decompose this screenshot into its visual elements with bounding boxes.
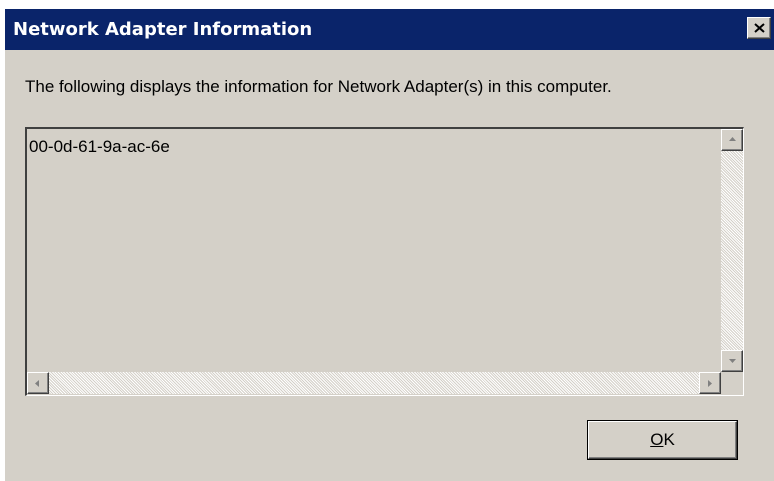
adapter-mac-address[interactable]: 00-0d-61-9a-ac-6e bbox=[29, 137, 170, 157]
network-adapter-dialog: Network Adapter Information The followin… bbox=[4, 8, 774, 481]
ok-button[interactable]: OK bbox=[587, 420, 738, 460]
scroll-down-arrow-icon bbox=[729, 359, 736, 363]
dialog-title: Network Adapter Information bbox=[13, 19, 313, 40]
scroll-up-button[interactable] bbox=[721, 129, 743, 151]
scroll-left-arrow-icon bbox=[35, 380, 39, 387]
scrollbar-corner bbox=[721, 372, 743, 394]
scroll-down-button[interactable] bbox=[721, 350, 743, 372]
scroll-right-arrow-icon bbox=[708, 380, 712, 387]
horizontal-scrollbar[interactable] bbox=[27, 372, 721, 394]
close-button[interactable] bbox=[747, 17, 771, 39]
adapter-listbox[interactable]: 00-0d-61-9a-ac-6e bbox=[25, 127, 744, 396]
scroll-left-button[interactable] bbox=[27, 372, 49, 394]
scroll-right-button[interactable] bbox=[699, 372, 721, 394]
vertical-scrollbar[interactable] bbox=[721, 129, 743, 372]
description-text: The following displays the information f… bbox=[25, 77, 612, 96]
ok-label-rest: K bbox=[663, 430, 675, 449]
title-bar[interactable]: Network Adapter Information bbox=[5, 9, 774, 50]
close-icon bbox=[754, 23, 765, 33]
scroll-up-arrow-icon bbox=[729, 137, 736, 141]
ok-mnemonic: O bbox=[650, 430, 664, 449]
ok-button-label: OK bbox=[588, 430, 737, 450]
